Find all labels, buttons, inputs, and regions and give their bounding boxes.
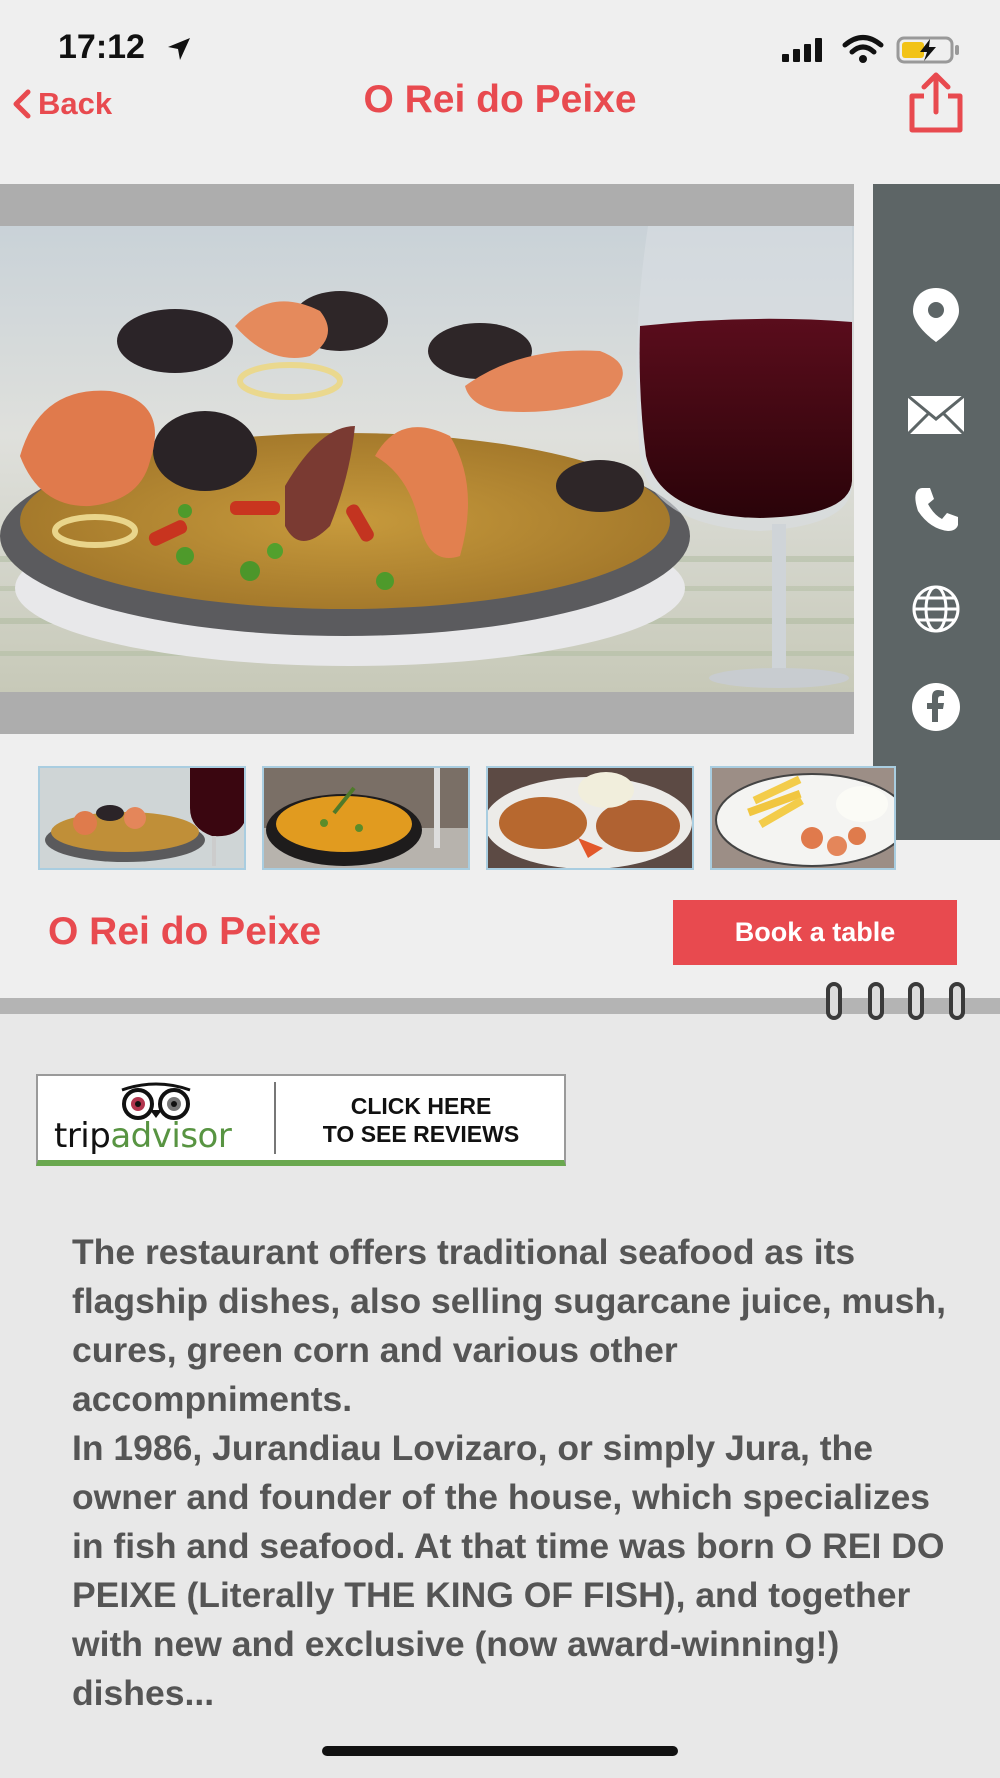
thumbnail-4[interactable] — [710, 766, 896, 870]
cellular-signal-icon — [782, 38, 822, 62]
chevron-left-icon — [13, 89, 31, 119]
home-indicator[interactable] — [322, 1746, 678, 1756]
thumbnail-strip — [38, 766, 898, 872]
owl-eyes-icon — [121, 1082, 191, 1120]
battery-charging-icon — [896, 36, 959, 64]
photo-gallery[interactable] — [0, 184, 854, 734]
cta-line-2: TO SEE REVIEWS — [322, 1121, 520, 1147]
cta-line-1: CLICK HERE — [350, 1093, 492, 1119]
facebook-icon — [912, 683, 960, 731]
location-pin-icon — [913, 288, 959, 342]
paella-photo — [0, 226, 854, 692]
status-time: 17:12 — [58, 28, 145, 66]
website-button[interactable] — [903, 576, 969, 642]
back-label: Back — [38, 86, 113, 121]
mail-icon — [907, 395, 965, 435]
side-action-panel — [873, 184, 1000, 840]
phone-icon — [915, 488, 958, 531]
wordmark-advisor: advisor — [110, 1116, 232, 1156]
globe-icon — [912, 585, 960, 633]
wordmark-trip: trip — [54, 1116, 111, 1156]
thumbnail-2[interactable] — [262, 766, 470, 870]
thumb-fries-shrimp-image — [712, 768, 894, 868]
restaurant-description: The restaurant offers traditional seafoo… — [72, 1228, 952, 1744]
binder-ring-icon — [868, 982, 884, 1020]
thumb-stew-image — [264, 768, 468, 868]
tripadvisor-logo: tripadvisor — [38, 1076, 274, 1160]
book-table-button[interactable]: Book a table — [673, 900, 957, 965]
section-divider — [0, 998, 1000, 1014]
location-arrow-icon — [168, 38, 190, 60]
phone-button[interactable] — [903, 476, 969, 542]
thumbnail-3[interactable] — [486, 766, 694, 870]
thumbnail-1[interactable] — [38, 766, 246, 870]
binder-ring-icon — [908, 982, 924, 1020]
binder-ring-icon — [949, 982, 965, 1020]
restaurant-name: O Rei do Peixe — [48, 910, 322, 953]
tripadvisor-cta: CLICK HERE TO SEE REVIEWS — [276, 1092, 566, 1148]
thumb-paella-image — [40, 768, 244, 868]
location-button[interactable] — [903, 282, 969, 348]
tripadvisor-wordmark: tripadvisor — [54, 1116, 232, 1156]
description-paragraph-1: The restaurant offers traditional seafoo… — [72, 1232, 946, 1419]
share-button[interactable] — [906, 72, 966, 134]
email-button[interactable] — [903, 382, 969, 448]
share-icon — [909, 72, 963, 133]
description-paragraph-2: In 1986, Jurandiau Lovizaro, or simply J… — [72, 1428, 945, 1713]
wifi-icon — [842, 35, 884, 63]
back-button[interactable]: Back — [12, 82, 112, 126]
main-photo[interactable] — [0, 226, 854, 692]
binder-ring-icon — [826, 982, 842, 1020]
thumb-crab-image — [488, 768, 692, 868]
tripadvisor-reviews-banner[interactable]: tripadvisor CLICK HERE TO SEE REVIEWS — [36, 1074, 566, 1166]
facebook-button[interactable] — [903, 674, 969, 740]
status-bar: 17:12 — [0, 0, 1000, 100]
